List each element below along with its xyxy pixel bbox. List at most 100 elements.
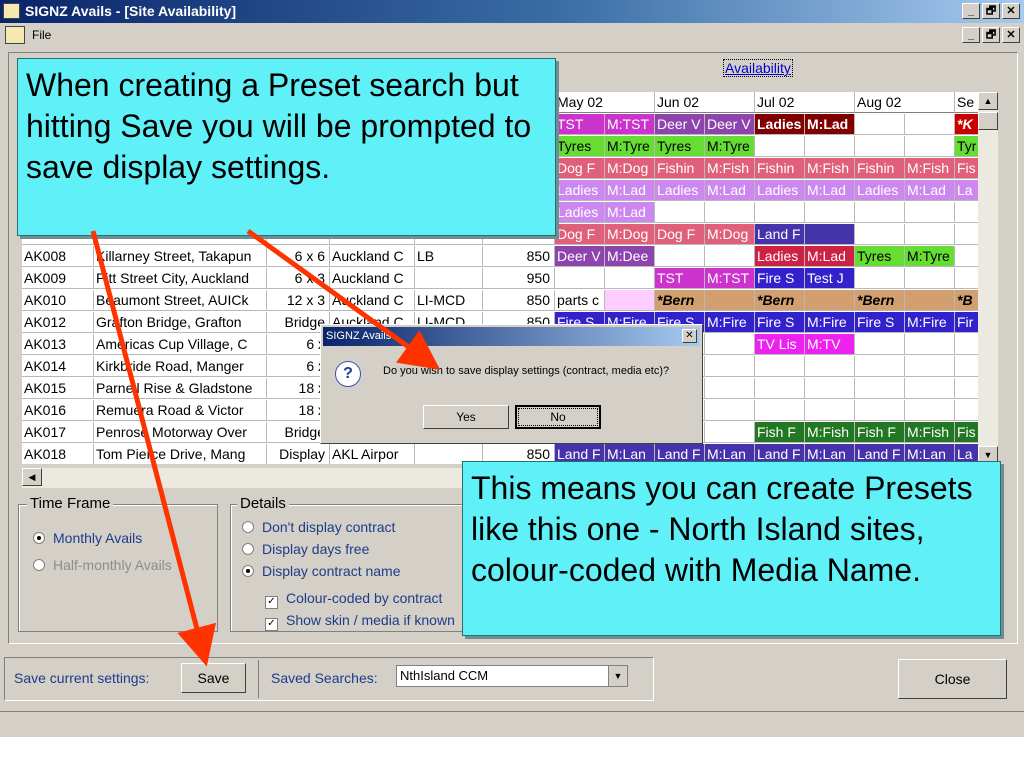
site-site-cell[interactable]: Americas Cup Village, C — [94, 334, 267, 355]
availability-cell[interactable]: Ladies — [755, 180, 805, 201]
site-id-cell[interactable]: AK016 — [22, 400, 94, 421]
availability-cell[interactable]: M:Fish — [805, 158, 855, 179]
availability-cell[interactable]: M:Fire — [705, 312, 755, 333]
site-id-cell[interactable]: AK014 — [22, 356, 94, 377]
site-num-cell[interactable]: 850 — [483, 246, 555, 267]
month-header[interactable]: Jun 02 — [655, 92, 755, 113]
dialog-no-button[interactable]: No — [515, 405, 601, 429]
availability-cell[interactable]: Fir — [955, 312, 978, 333]
availability-cell[interactable]: M:TST — [705, 268, 755, 289]
availability-cell[interactable]: Dog F — [655, 224, 705, 245]
site-region-cell[interactable]: Auckland C — [330, 268, 415, 289]
availability-cell[interactable] — [705, 422, 755, 443]
availability-cell[interactable]: M:Fire — [905, 312, 955, 333]
availability-cell[interactable] — [605, 290, 655, 311]
child-minimize-button[interactable]: _ — [962, 27, 980, 43]
site-id-cell[interactable]: AK015 — [22, 378, 94, 399]
availability-cell[interactable] — [655, 202, 705, 223]
month-header[interactable]: Se — [955, 92, 978, 113]
site-site-cell[interactable]: Pitt Street City, Auckland — [94, 268, 267, 289]
availability-cell[interactable]: La — [955, 180, 978, 201]
availability-cell[interactable]: TST — [655, 268, 705, 289]
availability-cell[interactable] — [655, 246, 705, 267]
site-id-cell[interactable]: AK012 — [22, 312, 94, 333]
availability-cell[interactable]: M:TST — [605, 114, 655, 135]
availability-cell[interactable] — [955, 224, 978, 245]
availability-cell[interactable]: M:Fish — [705, 158, 755, 179]
availability-cell[interactable]: M:Dee — [605, 246, 655, 267]
availability-cell[interactable] — [855, 268, 905, 289]
site-region-cell[interactable]: Auckland C — [330, 246, 415, 267]
availability-cell[interactable]: Dog F — [555, 224, 605, 245]
availability-cell[interactable]: Test J — [805, 268, 855, 289]
restore-button[interactable]: 🗗 — [982, 3, 1000, 19]
minimize-button[interactable]: _ — [962, 3, 980, 19]
site-site-cell[interactable]: Parnell Rise & Gladstone — [94, 378, 267, 399]
site-id-cell[interactable]: AK018 — [22, 444, 94, 464]
availability-cell[interactable]: M:Dog — [605, 158, 655, 179]
availability-cell[interactable]: M:Tyre — [905, 246, 955, 267]
availability-cell[interactable] — [905, 356, 955, 377]
availability-cell[interactable]: TV Lis — [755, 334, 805, 355]
site-id-cell[interactable]: AK008 — [22, 246, 94, 267]
save-button[interactable]: Save — [181, 663, 246, 693]
scroll-left-icon[interactable]: ◀ — [22, 468, 42, 486]
availability-cell[interactable]: *B — [955, 290, 978, 311]
site-code-cell[interactable]: LB — [415, 246, 483, 267]
availability-cell[interactable]: Dog F — [555, 158, 605, 179]
site-size-cell[interactable]: 6 x 6 — [267, 246, 330, 267]
site-site-cell[interactable]: Penrose Motorway Over — [94, 422, 267, 443]
availability-cell[interactable] — [705, 202, 755, 223]
availability-cell[interactable] — [805, 290, 855, 311]
display-days-free-radio[interactable]: Display days free — [242, 541, 369, 557]
availability-cell[interactable] — [955, 400, 978, 421]
availability-cell[interactable] — [905, 290, 955, 311]
availability-cell[interactable]: M:Lad — [605, 180, 655, 201]
availability-cell[interactable]: Ladies — [555, 180, 605, 201]
availability-cell[interactable] — [855, 136, 905, 157]
availability-cell[interactable] — [705, 334, 755, 355]
availability-cell[interactable] — [755, 136, 805, 157]
availability-cell[interactable]: Ladies — [755, 114, 805, 135]
scroll-thumb[interactable] — [978, 112, 998, 130]
availability-cell[interactable] — [955, 202, 978, 223]
availability-cell[interactable] — [705, 378, 755, 399]
dialog-close-icon[interactable]: ✕ — [682, 329, 697, 343]
close-window-button[interactable]: ✕ — [1002, 3, 1020, 19]
site-size-cell[interactable]: 12 x 3 — [267, 290, 330, 311]
availability-cell[interactable] — [705, 400, 755, 421]
availability-cell[interactable] — [955, 334, 978, 355]
child-close-button[interactable]: ✕ — [1002, 27, 1020, 43]
availability-cell[interactable]: *Bern — [655, 290, 705, 311]
availability-cell[interactable]: Fire S — [855, 312, 905, 333]
tab-availability[interactable]: Availability — [723, 59, 793, 77]
dont-display-contract-radio[interactable]: Don't display contract — [242, 519, 395, 535]
monthly-avails-radio[interactable]: Monthly Avails — [33, 530, 142, 546]
availability-cell[interactable]: M:Lad — [705, 180, 755, 201]
site-id-cell[interactable]: AK010 — [22, 290, 94, 311]
availability-cell[interactable]: M:Lad — [805, 180, 855, 201]
availability-cell[interactable]: M:Fish — [805, 422, 855, 443]
site-site-cell[interactable]: Grafton Bridge, Grafton — [94, 312, 267, 333]
availability-cell[interactable]: M:Tyre — [705, 136, 755, 157]
site-site-cell[interactable]: Kirkbride Road, Manger — [94, 356, 267, 377]
availability-cell[interactable]: Ladies — [555, 202, 605, 223]
availability-cell[interactable]: Tyr — [955, 136, 978, 157]
availability-cell[interactable] — [955, 246, 978, 267]
availability-cell[interactable] — [905, 202, 955, 223]
availability-cell[interactable] — [805, 224, 855, 245]
availability-cell[interactable]: Fishin — [855, 158, 905, 179]
availability-cell[interactable] — [855, 400, 905, 421]
availability-cell[interactable] — [755, 400, 805, 421]
site-code-cell[interactable]: LI-MCD — [415, 290, 483, 311]
availability-cell[interactable]: Tyres — [555, 136, 605, 157]
availability-cell[interactable]: Tyres — [855, 246, 905, 267]
availability-cell[interactable] — [905, 224, 955, 245]
availability-cell[interactable]: Fire S — [755, 312, 805, 333]
availability-cell[interactable]: Fish F — [755, 422, 805, 443]
chevron-down-icon[interactable]: ▼ — [608, 666, 627, 686]
availability-cell[interactable] — [955, 268, 978, 289]
availability-cell[interactable] — [905, 268, 955, 289]
site-size-cell[interactable]: Display — [267, 444, 330, 464]
availability-cell[interactable]: M:Fish — [905, 422, 955, 443]
